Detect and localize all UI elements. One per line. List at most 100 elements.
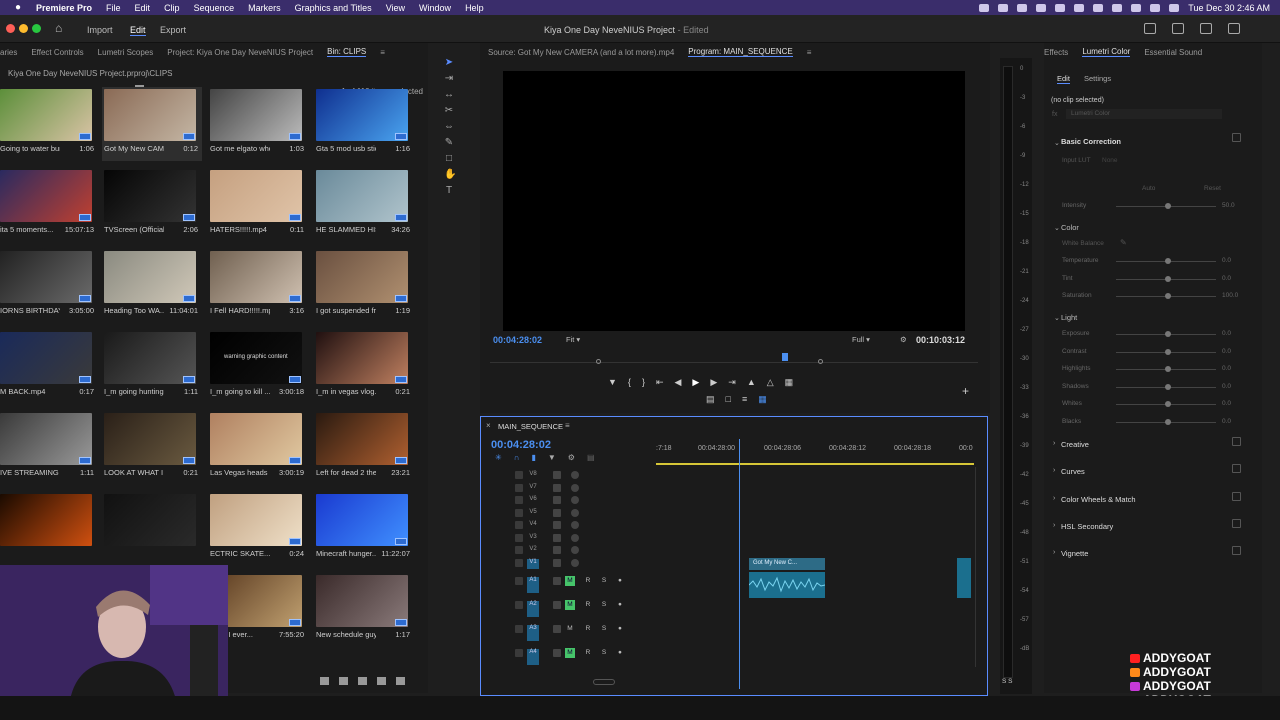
- chevron-down-icon[interactable]: ⌄: [1054, 139, 1060, 147]
- zoom-window-button[interactable]: [32, 24, 41, 33]
- workspace-import[interactable]: Import: [87, 25, 113, 35]
- section-light[interactable]: Light: [1061, 313, 1077, 322]
- input-lut-dropdown[interactable]: None: [1102, 157, 1118, 164]
- ripple-edit-icon[interactable]: ↔: [444, 90, 454, 100]
- status-icon[interactable]: [1017, 3, 1028, 12]
- clip-thumbnail[interactable]: HE SLAMMED HIS ... 34:26: [314, 168, 414, 242]
- video-track-header[interactable]: V7: [489, 482, 649, 494]
- record-button[interactable]: R: [583, 624, 593, 634]
- menu-clip[interactable]: Clip: [164, 3, 180, 13]
- tab-libraries[interactable]: aries: [0, 48, 17, 57]
- lock-icon[interactable]: [515, 546, 523, 554]
- audio-track-header[interactable]: A3 M R S ●: [489, 623, 649, 643]
- record-button[interactable]: R: [583, 576, 593, 586]
- solo-button[interactable]: S: [599, 624, 609, 634]
- reset-button[interactable]: Reset: [1204, 185, 1221, 192]
- clip-thumbnail[interactable]: IVE STREAMING WI... 1:11: [0, 411, 98, 485]
- video-track-header[interactable]: V6: [489, 494, 649, 506]
- add-marker-icon[interactable]: ▼: [608, 377, 617, 388]
- chevron-down-icon[interactable]: ⌄: [1054, 314, 1060, 322]
- effect-dropdown[interactable]: Lumetri Color: [1066, 109, 1222, 119]
- adjustment-knob[interactable]: [1165, 258, 1171, 264]
- intensity-value[interactable]: 50.0: [1222, 202, 1235, 209]
- safe-margins-icon[interactable]: □: [726, 394, 731, 405]
- add-marker-icon[interactable]: ▼: [548, 453, 556, 462]
- track-label[interactable]: V3: [527, 534, 539, 544]
- share-icon[interactable]: [1172, 23, 1184, 34]
- microphone-icon[interactable]: ●: [615, 600, 625, 610]
- audio-clip[interactable]: [749, 572, 825, 598]
- clip-thumbnail[interactable]: I Fell HARD!!!!!.mp4 3:16: [208, 249, 308, 323]
- tab-source[interactable]: Source: Got My New CAMERA (and a lot mor…: [488, 48, 674, 57]
- list-view-icon[interactable]: [320, 677, 329, 685]
- adjustment-knob[interactable]: [1165, 293, 1171, 299]
- eye-icon[interactable]: [571, 533, 579, 542]
- eye-icon[interactable]: [571, 483, 579, 492]
- section-checkbox[interactable]: [1232, 491, 1241, 501]
- video-track-header[interactable]: V8: [489, 469, 649, 481]
- basic-correction-checkbox[interactable]: [1232, 133, 1241, 142]
- clip-thumbnail[interactable]: IORNS BIRTHDAY... 3:05:00: [0, 249, 98, 323]
- chevron-down-icon[interactable]: ⌄: [1054, 224, 1060, 232]
- clip-thumbnail[interactable]: [0, 492, 98, 566]
- lock-icon[interactable]: [515, 533, 523, 542]
- mute-button[interactable]: M: [565, 624, 575, 634]
- adjustment-value[interactable]: 0.0: [1222, 348, 1231, 355]
- hand-icon[interactable]: ✋: [444, 170, 456, 180]
- section-color[interactable]: Color: [1061, 223, 1079, 232]
- chevron-right-icon[interactable]: ›: [1053, 522, 1055, 529]
- sync-lock-icon[interactable]: [553, 471, 561, 479]
- adjustment-value[interactable]: 100.0: [1222, 292, 1238, 299]
- clock[interactable]: Tue Dec 30 2:46 AM: [1188, 3, 1270, 13]
- lock-icon[interactable]: [515, 625, 523, 633]
- video-track-header[interactable]: V2: [489, 544, 649, 556]
- intensity-knob[interactable]: [1165, 203, 1171, 209]
- lock-icon[interactable]: [515, 577, 523, 585]
- section-checkbox[interactable]: [1232, 518, 1241, 528]
- video-track-header[interactable]: V1: [489, 557, 649, 569]
- record-button[interactable]: R: [583, 600, 593, 610]
- clip-thumbnail[interactable]: I_m going hunting vi... 1:11: [102, 330, 202, 404]
- timeline-playhead[interactable]: [739, 439, 740, 689]
- clip-thumbnail[interactable]: M BACK.mp4 0:17: [0, 330, 98, 404]
- menu-icon[interactable]: [1200, 23, 1212, 34]
- track-label[interactable]: A3: [527, 625, 539, 641]
- lock-icon[interactable]: [515, 496, 523, 504]
- sync-lock-icon[interactable]: [553, 649, 561, 657]
- program-timecode[interactable]: 00:04:28:02: [493, 335, 542, 345]
- clip-thumbnail[interactable]: TVScreen (Official Vi... 2:06: [102, 168, 202, 242]
- video-track-header[interactable]: V4: [489, 519, 649, 531]
- eye-icon[interactable]: [571, 496, 579, 504]
- section-checkbox[interactable]: [1232, 546, 1241, 556]
- fit-dropdown[interactable]: Fit ▾: [566, 335, 580, 344]
- lock-icon[interactable]: [515, 508, 523, 517]
- adjustment-knob[interactable]: [1165, 401, 1171, 407]
- lumetri-section[interactable]: Vignette: [1061, 549, 1088, 558]
- solo-button[interactable]: S: [599, 600, 609, 610]
- step-forward-icon[interactable]: ▶: [710, 377, 717, 388]
- solo-button[interactable]: S: [599, 576, 609, 586]
- track-label[interactable]: V6: [527, 496, 539, 506]
- volume-icon[interactable]: [1093, 3, 1104, 12]
- extract-icon[interactable]: △: [767, 377, 774, 388]
- eye-icon[interactable]: [571, 508, 579, 517]
- lumetri-section[interactable]: Creative: [1061, 440, 1089, 449]
- sync-lock-icon[interactable]: [553, 558, 561, 567]
- captions-icon[interactable]: ▤: [587, 453, 595, 462]
- minimize-window-button[interactable]: [19, 24, 28, 33]
- mark-out-icon[interactable]: }: [642, 377, 645, 388]
- track-select-icon[interactable]: ⇥: [444, 74, 454, 84]
- tab-effect-controls[interactable]: Effect Controls: [31, 48, 83, 57]
- clip-thumbnail[interactable]: Minecraft hunger... 11:22:07: [314, 492, 414, 566]
- go-to-in-icon[interactable]: ⇤: [656, 377, 664, 388]
- clip-thumbnail[interactable]: Going to water burge... 1:06: [0, 87, 98, 161]
- proxy-icon[interactable]: ≡: [742, 394, 747, 405]
- menu-graphics[interactable]: Graphics and Titles: [295, 3, 372, 13]
- microphone-icon[interactable]: ●: [615, 624, 625, 634]
- eye-icon[interactable]: [571, 558, 579, 567]
- clip-thumbnail[interactable]: Heading Too WA... 11:04:01: [102, 249, 202, 323]
- linked-selection-icon[interactable]: ▮: [531, 453, 535, 462]
- sequence-timecode[interactable]: 00:04:28:02: [491, 439, 551, 451]
- sync-lock-icon[interactable]: [553, 577, 561, 585]
- section-checkbox[interactable]: [1232, 437, 1241, 446]
